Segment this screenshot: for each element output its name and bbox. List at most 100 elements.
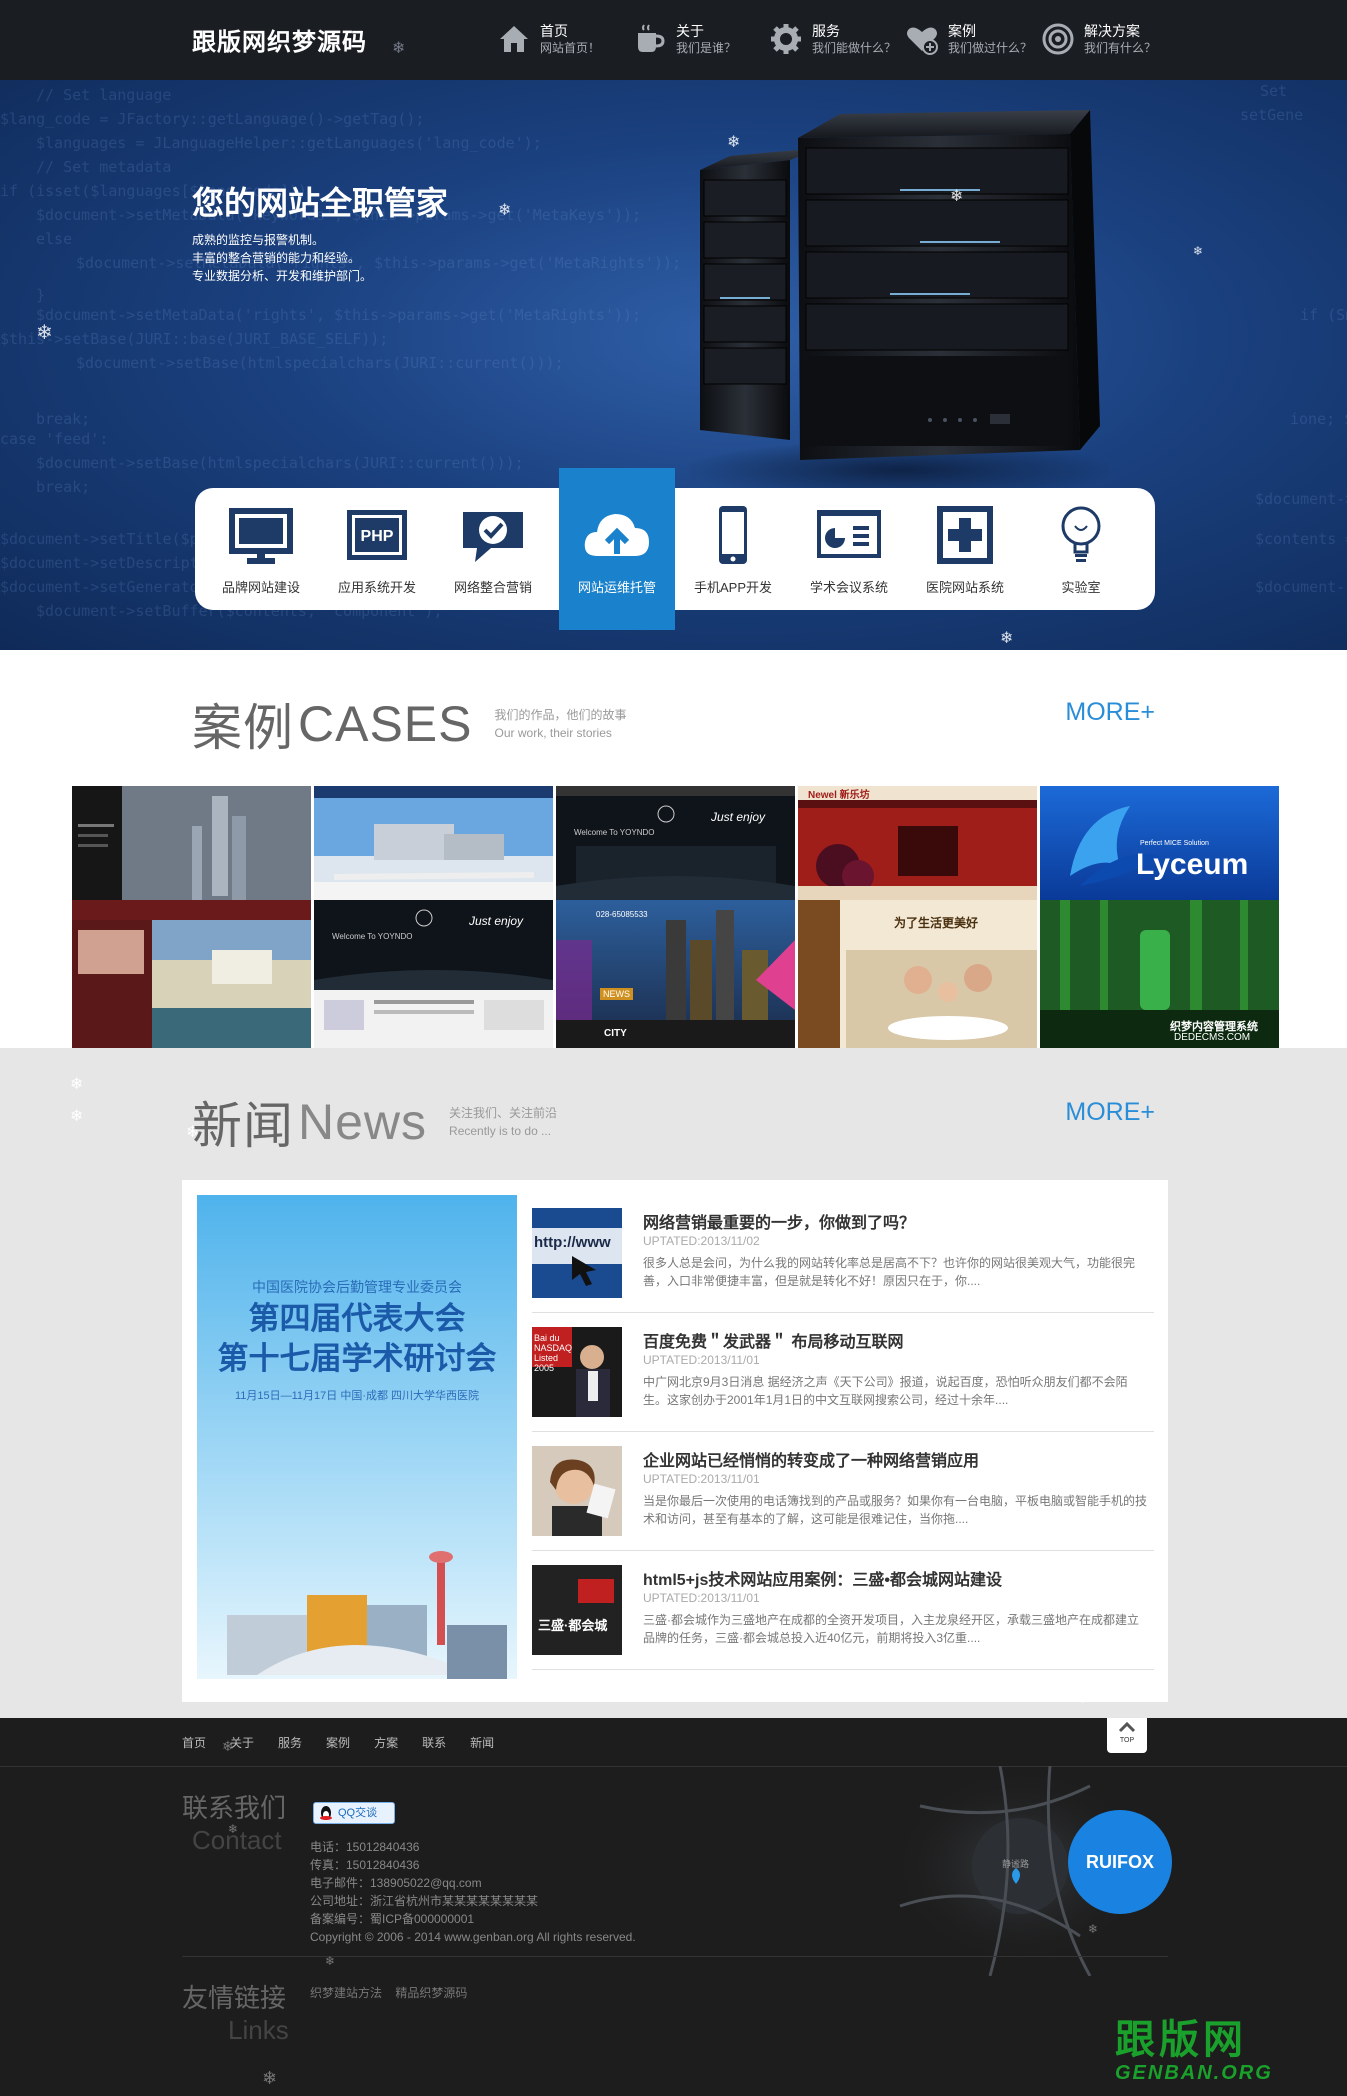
footer-nav-contact[interactable]: 联系 [422,1734,446,1751]
cases-title-en: CASES [298,696,473,752]
service-brand-website[interactable]: 品牌网站建设 [203,488,319,610]
case-caption: 028-65085533 [596,910,648,919]
news-title[interactable]: html5+js技术网站应用案例：三盛•都会城网站建设 [643,1566,1002,1590]
phone-icon [719,506,747,564]
news-date: UPTATED:2013/11/01 [643,1353,760,1367]
nav-item-cases[interactable]: 案例 我们做过什么？ [904,18,1040,60]
news-title[interactable]: 企业网站已经悄悄的转变成了一种网络营销应用 [643,1447,979,1471]
case-item[interactable] [314,786,553,900]
news-item[interactable]: http://www 网络营销最重要的一步，你做到了吗？ UPTATED:201… [532,1194,1154,1313]
nav-item-about[interactable]: 关于我们是谁？ [632,18,768,60]
case-item[interactable]: 织梦内容管理系统 DEDECMS.COM [1040,900,1279,1048]
cases-subtitle-line: 我们的作品，他们的故事 [494,708,627,722]
news-date: UPTATED:2013/11/01 [643,1472,760,1486]
footer-nav-cases[interactable]: 案例 [326,1734,350,1751]
contact-icp: 备案编号：蜀ICP备000000001 [310,1912,475,1926]
case-caption: NEWS [600,988,633,1000]
cloud-upload-icon [584,514,649,556]
qq-chat-label: QQ交谈 [338,1807,378,1819]
service-integrated-marketing[interactable]: 网络整合营销 [435,488,551,610]
news-item[interactable]: 企业网站已经悄悄的转变成了一种网络营销应用 UPTATED:2013/11/01… [532,1432,1154,1551]
nav-subtitle: 我们做过什么？ [948,41,1033,55]
news-item[interactable]: Bai du NASDAQ Listed 2005 百度免费＂发武器＂ 布局移动… [532,1313,1154,1432]
case-item[interactable]: Just enjoy Welcome To YOYNDO [314,900,553,1048]
cases-more-link[interactable]: MORE+ [1065,698,1155,727]
case-thumbnail [72,786,311,900]
snowflake-icon: ❄ [392,40,406,57]
footer-nav-solutions[interactable]: 方案 [374,1734,398,1751]
cases-section: 案例 CASES 我们的作品，他们的故事 Our work, their sto… [0,650,1347,1048]
cup-icon [638,24,665,52]
service-label: 医院网站系统 [925,580,1004,595]
back-to-top-label: TOP [1119,1737,1135,1744]
snowflake-icon: ❄ [1076,1690,1090,1707]
case-item[interactable] [72,900,311,1048]
nav-item-services[interactable]: 服务 我们能做什么？ [768,18,904,60]
snowflake-icon: ❄ [70,1108,84,1125]
service-lab[interactable]: 实验室 [1023,488,1139,610]
friend-link[interactable]: 织梦建站方法 [310,1986,382,2000]
back-to-top-button[interactable]: TOP [1107,1718,1147,1753]
case-item[interactable]: Just enjoy Welcome To YOYNDO [556,786,795,900]
contact-info: 电话：15012840436 传真：15012840436 电子邮件：13890… [310,1838,636,1946]
site-logo[interactable]: 跟版网织梦源码 [192,22,367,57]
case-caption: CITY [604,1028,627,1039]
thumbnail-text: http://www [534,1234,611,1251]
case-item[interactable]: 为了生活更美好 [798,900,1037,1048]
service-hospital-website[interactable]: 医院网站系统 [907,488,1023,610]
nav-subtitle: 我们是谁？ [676,41,737,55]
watermark-cn: 跟版网 [1115,2018,1247,2062]
service-app-development[interactable]: PHP 应用系统开发 [319,488,435,610]
chevron-up-icon [1118,1721,1136,1733]
nav-item-solutions[interactable]: 解决方案我们有什么？ [1040,18,1176,60]
case-item[interactable] [72,786,311,900]
chat-check-icon [463,512,523,562]
news-summary: 很多人总是会问，为什么我的网站转化率总是居高不下？也许你的网站很美观大气，功能很… [643,1256,1136,1288]
footer-nav-services[interactable]: 服务 [278,1734,302,1751]
case-item[interactable]: Perfect MICE Solution Lyceum [1040,786,1279,900]
services-bar: 品牌网站建设 PHP 应用系统开发 网络整合营销 网站运维托管 手机APP开发 … [195,468,1155,630]
snowflake-icon: ❄ [36,322,53,344]
map-badge-text: RUIFOX [1086,1852,1154,1872]
gear-icon [771,24,801,54]
news-more-link[interactable]: MORE+ [1065,1098,1155,1127]
poster-line: 第四届代表大会 [248,1301,466,1336]
footer-nav-home[interactable]: 首页 [182,1734,206,1751]
service-hosting[interactable]: 网站运维托管 [559,468,675,630]
case-item[interactable]: 028-65085533 NEWS CITY [556,900,795,1048]
cases-title-cn: 案例 [192,700,294,756]
nav-title: 关于 [676,23,704,39]
thumbnail-text: 三盛·都会城 [538,1618,608,1633]
news-item[interactable]: 三盛·都会城 html5+js技术网站应用案例：三盛•都会城网站建设 UPTAT… [532,1551,1154,1670]
news-date: UPTATED:2013/11/01 [643,1591,760,1605]
friend-link[interactable]: 精品织梦源码 [395,1986,467,2000]
snowflake-icon: ❄ [1000,630,1014,647]
qq-chat-button[interactable]: QQ交谈 [313,1802,395,1824]
page: 跟版网织梦源码 首页 网站首页！ 关于 我们是谁？ 服务 我们能做什么？ 案例 我们做过… [0,0,1347,2096]
news-title[interactable]: 百度免费＂发武器＂ 布局移动互联网 [643,1328,903,1352]
php-icon: PHP [347,510,407,560]
news-thumbnail: http://www [532,1208,622,1298]
site-watermark: 跟版网 GENBAN.ORG [1115,2018,1273,2085]
cases-heading: 案例 CASES 我们的作品，他们的故事 Our work, their sto… [192,688,627,760]
service-conference-system[interactable]: 学术会议系统 [791,488,907,610]
case-item[interactable]: Newel 新乐坊 [798,786,1037,900]
snowflake-icon: ❄ [325,1954,336,1968]
service-mobile-app[interactable]: 手机APP开发 [675,488,791,610]
featured-news-image[interactable]: 中国医院协会后勤管理专业委员会 第四届代表大会 第十七届学术研讨会 11月15日… [197,1195,517,1679]
case-caption: Perfect MICE Solution [1140,840,1209,847]
case-caption: Welcome To YOYNDO [332,932,413,941]
nav-item-home[interactable]: 首页 网站首页！ [496,18,632,60]
service-label: 实验室 [1061,580,1101,595]
case-caption: Just enjoy [711,810,766,824]
server-illustration [690,110,1110,500]
nav-title: 解决方案 [1084,23,1140,39]
nav-subtitle: 我们有什么？ [1084,41,1157,55]
news-panel: 中国医院协会后勤管理专业委员会 第四届代表大会 第十七届学术研讨会 11月15日… [182,1180,1168,1702]
footer-nav-news[interactable]: 新闻 [470,1734,494,1751]
news-title-cn: 新闻 [192,1098,294,1154]
heart-plus-icon [907,27,938,55]
cases-subtitle-line: Our work, their stories [494,726,612,740]
news-thumbnail [532,1446,622,1536]
news-title[interactable]: 网络营销最重要的一步，你做到了吗？ [643,1209,915,1233]
